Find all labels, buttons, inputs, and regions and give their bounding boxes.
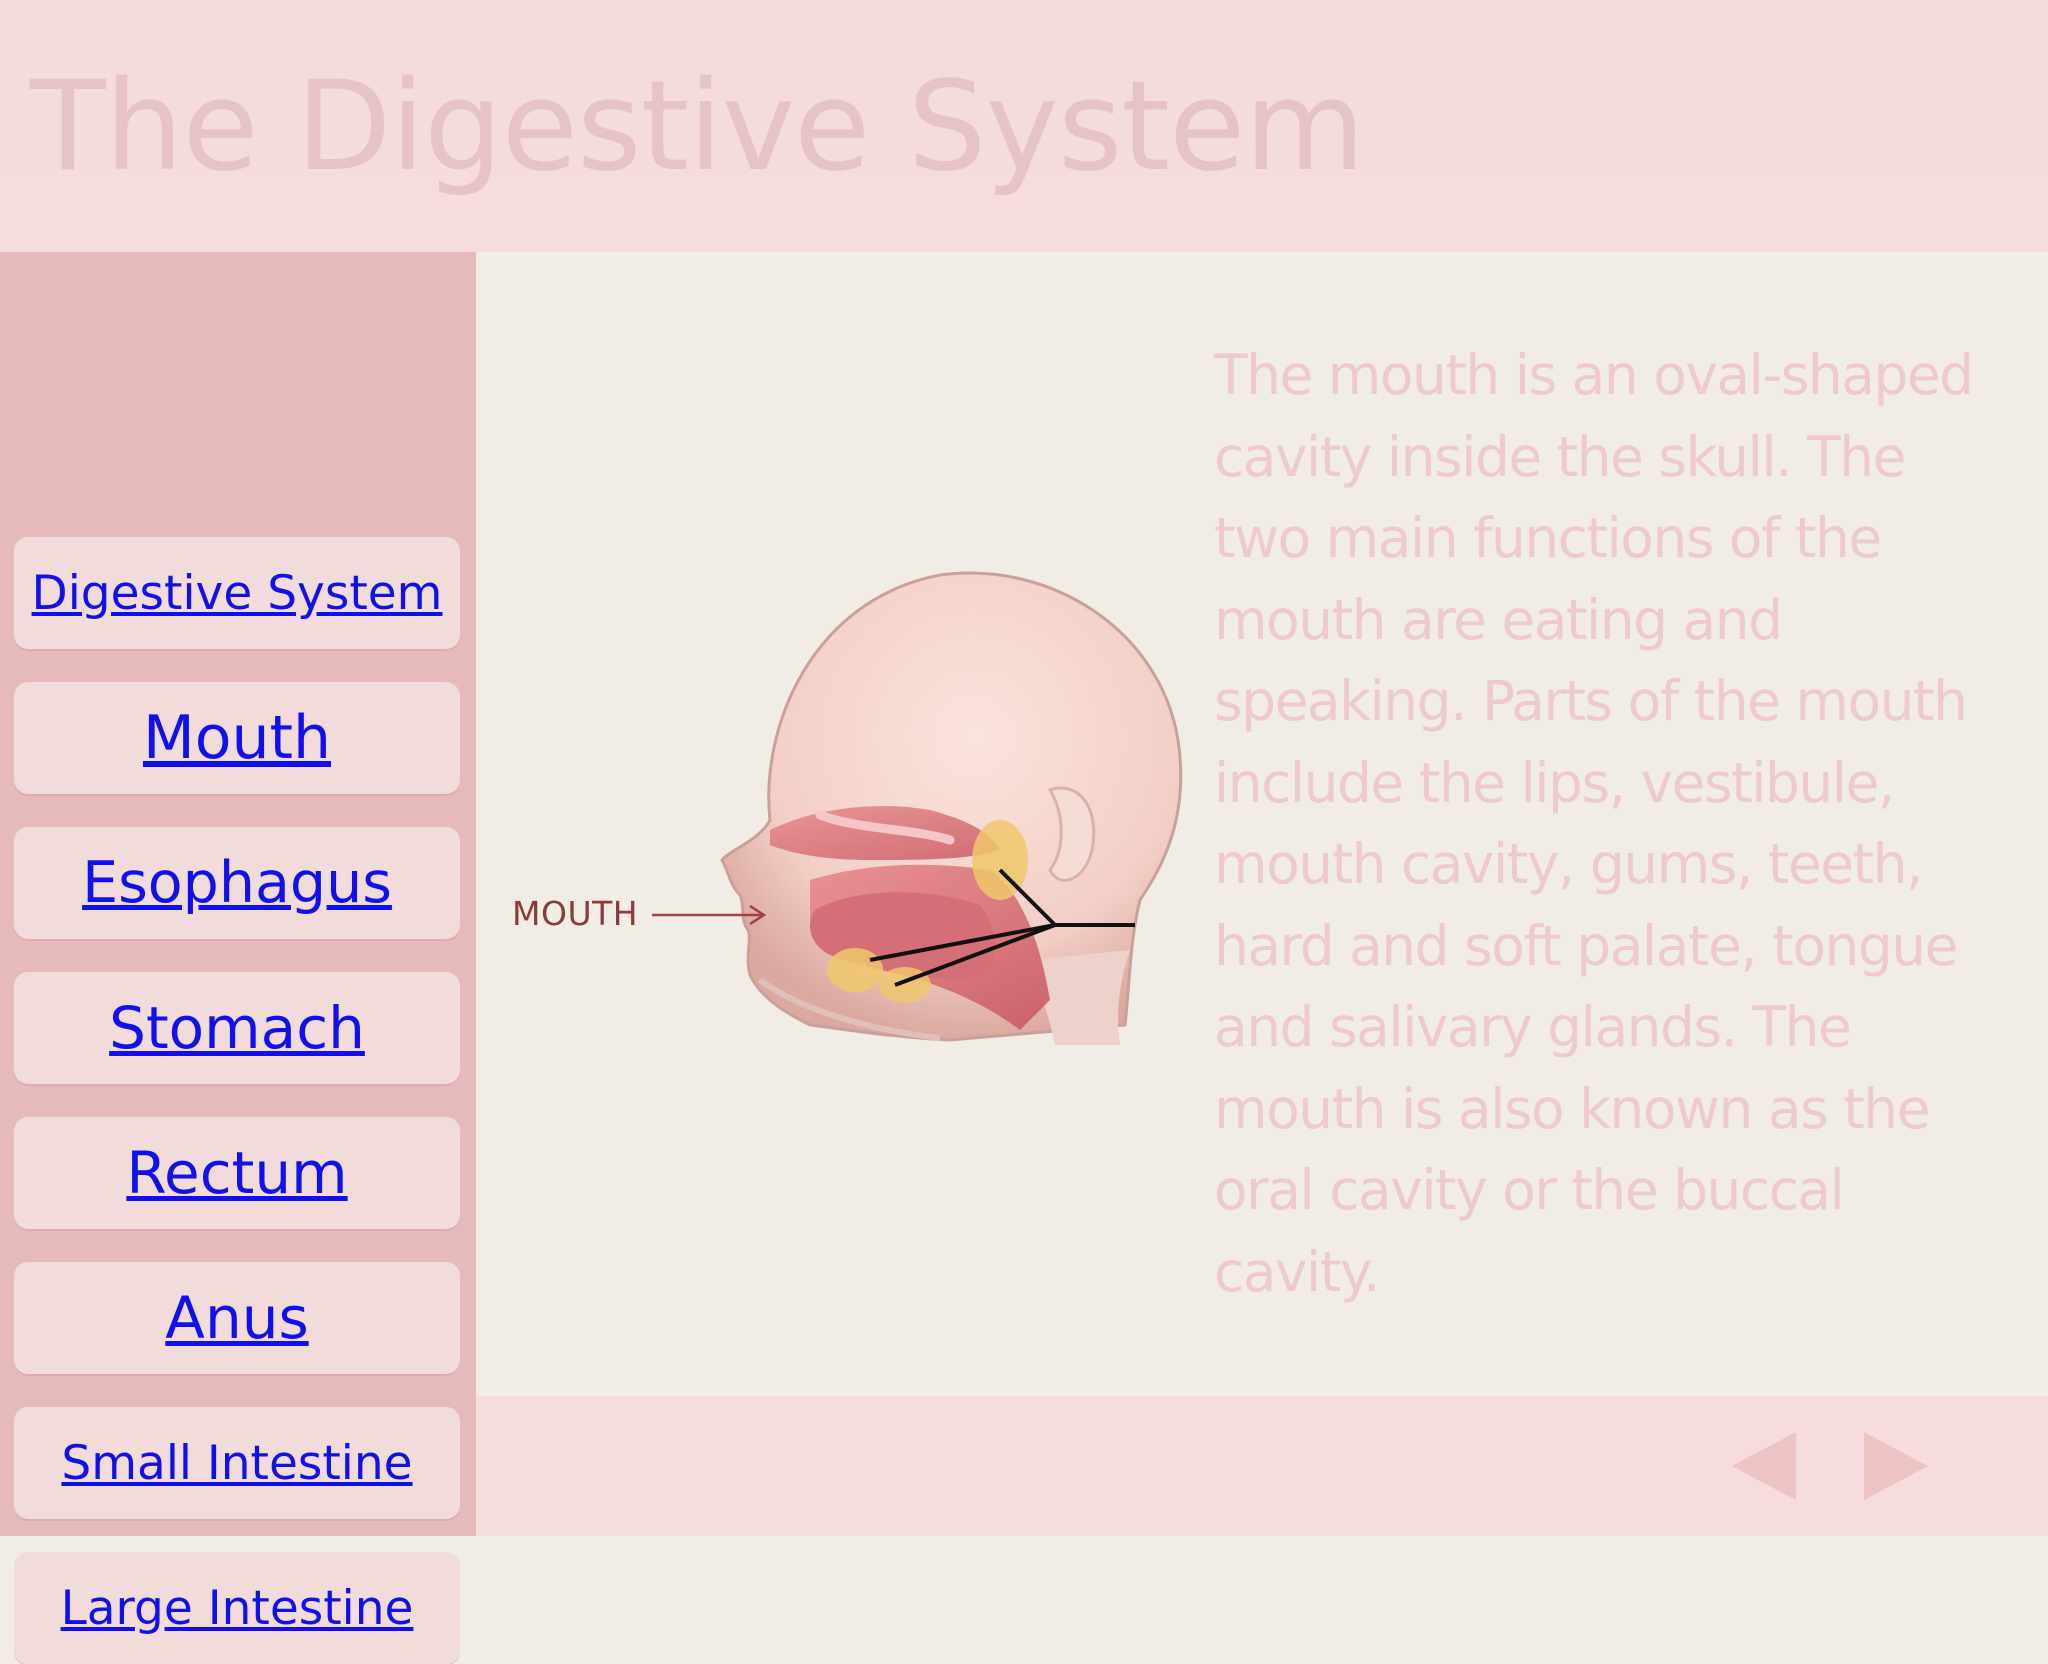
sidebar-item-anus[interactable]: Anus (14, 1262, 460, 1374)
sidebar-item-stomach[interactable]: Stomach (14, 972, 460, 1084)
sidebar-item-digestive-system[interactable]: Digestive System (14, 537, 460, 649)
sidebar-item-small-intestine[interactable]: Small Intestine (14, 1407, 460, 1519)
mouth-description: The mouth is an oval-shaped cavity insid… (1214, 343, 1974, 1304)
triangle-right-icon[interactable] (1860, 1426, 1940, 1506)
sidebar-item-rectum[interactable]: Rectum (14, 1117, 460, 1229)
sidebar-nav: Digestive System Mouth Esophagus Stomach… (0, 252, 476, 1664)
sidebar-item-esophagus[interactable]: Esophagus (14, 827, 460, 939)
sidebar-item-mouth[interactable]: Mouth (14, 682, 460, 794)
page-title: The Digestive System (30, 55, 1365, 199)
figure-label-mouth: MOUTH (512, 894, 639, 933)
slide-footer (476, 1396, 2048, 1536)
slide-header: The Digestive System (0, 0, 2048, 252)
triangle-left-icon[interactable] (1728, 1426, 1808, 1506)
sidebar-item-large-intestine[interactable]: Large Intestine (14, 1552, 460, 1664)
head-cross-section-illustration (720, 571, 1183, 1045)
arrow-right-icon (652, 904, 767, 926)
